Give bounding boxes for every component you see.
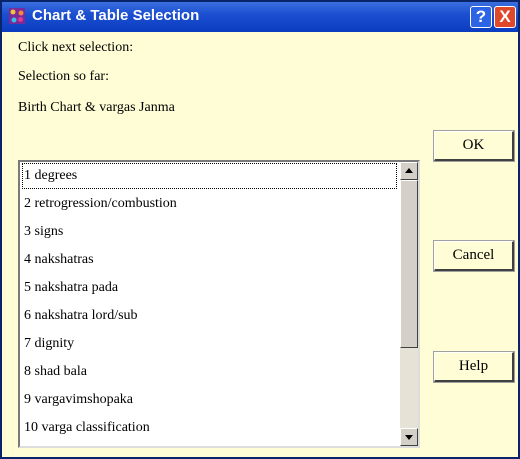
app-icon bbox=[9, 8, 25, 24]
list-item[interactable]: 1 degrees bbox=[22, 163, 397, 189]
list-item[interactable]: 9 vargavimshopaka bbox=[22, 387, 397, 413]
scroll-up-arrow-icon[interactable] bbox=[400, 162, 418, 180]
title-bar[interactable]: Chart & Table Selection ? X bbox=[2, 2, 518, 32]
scroll-down-arrow-icon[interactable] bbox=[400, 428, 418, 446]
list-item[interactable]: 8 shad bala bbox=[22, 359, 397, 385]
list-item[interactable]: 5 nakshatra pada bbox=[22, 275, 397, 301]
ok-button[interactable]: OK bbox=[433, 130, 515, 162]
selection-value: Birth Chart & vargas Janma bbox=[18, 100, 175, 115]
window-title: Chart & Table Selection bbox=[32, 7, 200, 24]
vertical-scrollbar[interactable] bbox=[400, 162, 418, 446]
prompt-label: Click next selection: bbox=[18, 40, 134, 55]
list-item[interactable]: 4 nakshatras bbox=[22, 247, 397, 273]
dialog-window: Chart & Table Selection ? X Click next s… bbox=[0, 0, 520, 459]
list-item[interactable]: 6 nakshatra lord/sub bbox=[22, 303, 397, 329]
list-item[interactable]: 10 varga classification bbox=[22, 415, 397, 441]
list-item[interactable]: 2 retrogression/combustion bbox=[22, 191, 397, 217]
list-item[interactable]: 3 signs bbox=[22, 219, 397, 245]
selection-heading: Selection so far: bbox=[18, 69, 109, 84]
cancel-button[interactable]: Cancel bbox=[433, 240, 515, 272]
list-item[interactable]: 7 dignity bbox=[22, 331, 397, 357]
close-button[interactable]: X bbox=[494, 6, 516, 28]
help-title-button[interactable]: ? bbox=[470, 6, 492, 28]
scrollbar-thumb[interactable] bbox=[400, 180, 418, 348]
help-button[interactable]: Help bbox=[433, 351, 515, 383]
selection-listbox[interactable]: 1 degrees 2 retrogression/combustion 3 sig… bbox=[18, 160, 420, 448]
